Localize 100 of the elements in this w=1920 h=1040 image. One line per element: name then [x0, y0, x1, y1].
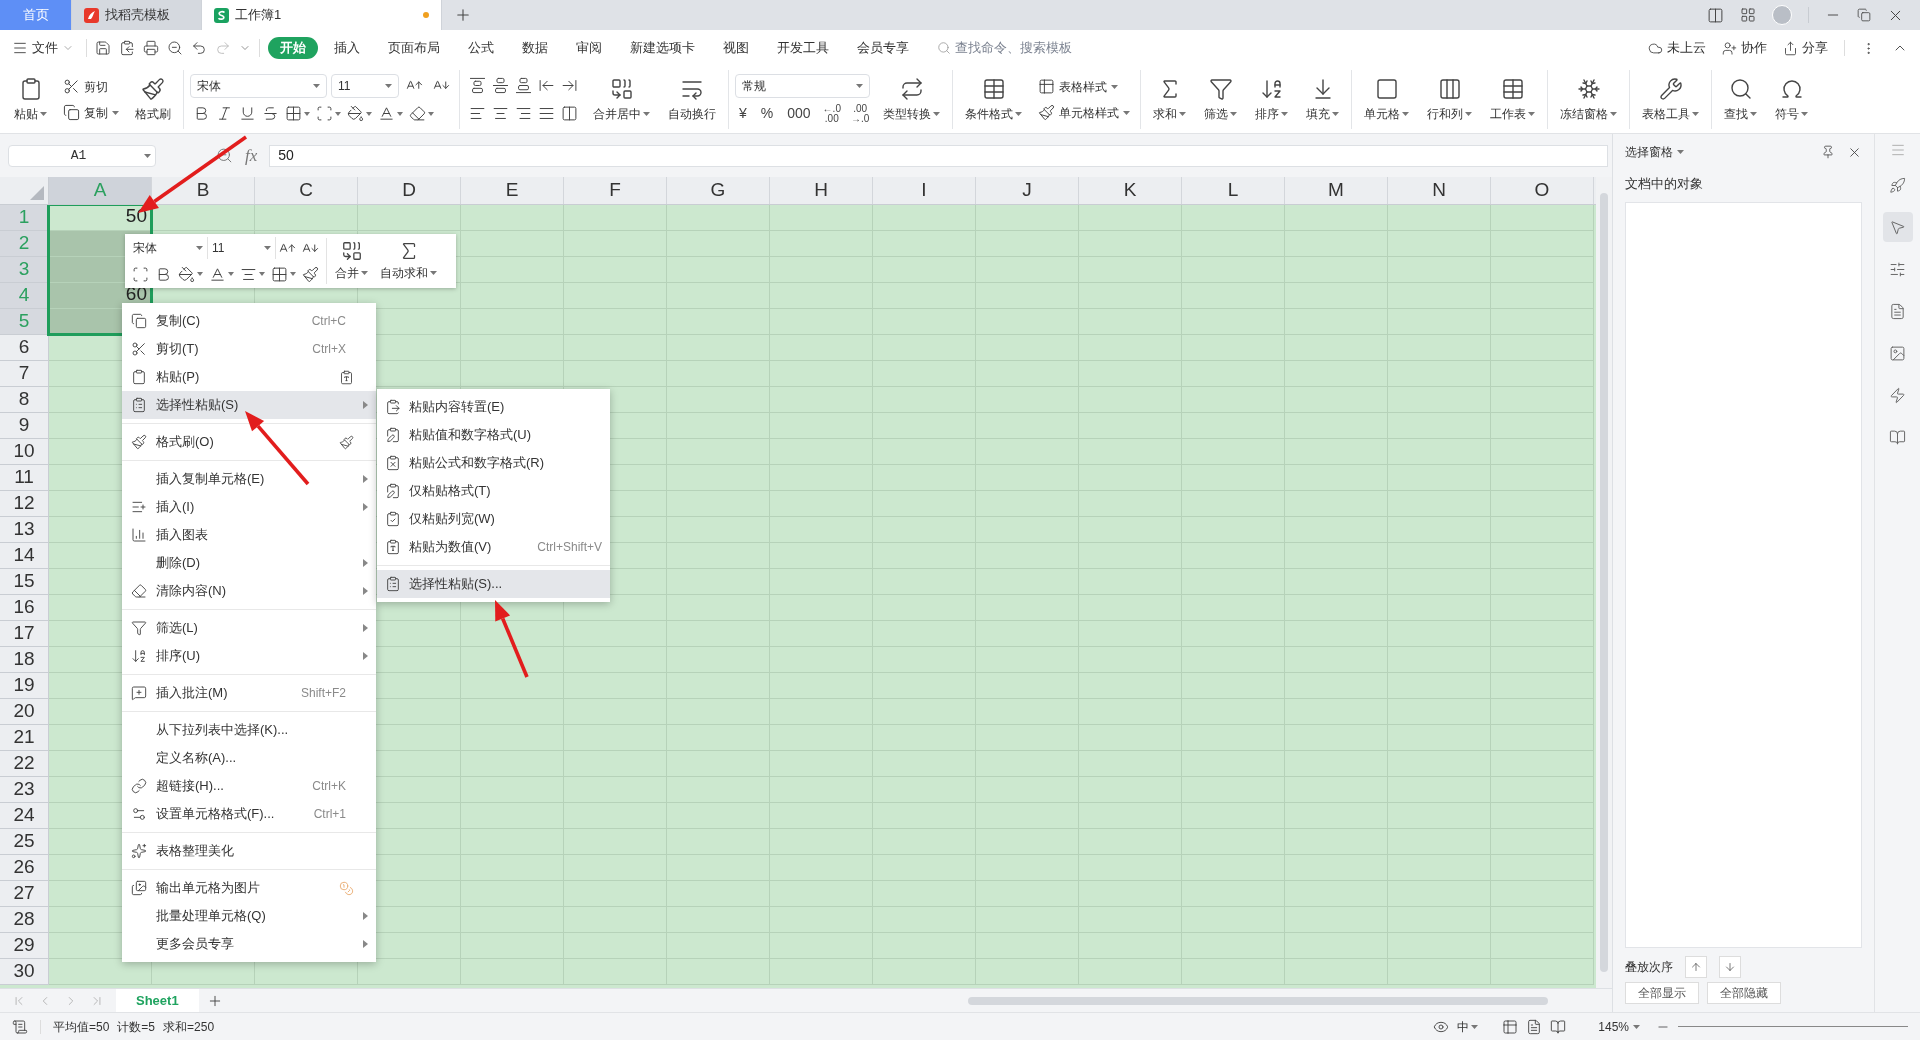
column-header[interactable]: G — [667, 177, 770, 204]
row-header[interactable]: 17 — [0, 621, 49, 647]
pane-button[interactable]: 全部显示 — [1625, 982, 1699, 1004]
row-header[interactable]: 26 — [0, 855, 49, 881]
ribbon-button[interactable]: 求和 — [1147, 69, 1193, 130]
ribbon-button[interactable]: 填充 — [1300, 69, 1346, 130]
column-header[interactable]: M — [1285, 177, 1388, 204]
column-header[interactable]: I — [873, 177, 976, 204]
ribbon-button[interactable]: 表格工具 — [1636, 69, 1706, 130]
ribbon-button[interactable]: 表格样式 — [1034, 73, 1135, 100]
formula-field[interactable]: 50 — [269, 144, 1608, 167]
column-header[interactable]: H — [770, 177, 873, 204]
menu-item[interactable]: 插入(I) — [122, 493, 376, 521]
toolbar-action-button[interactable]: 未上云 — [1648, 38, 1706, 58]
menu-item[interactable]: 复制(C) Ctrl+C — [122, 307, 376, 335]
row-header[interactable]: 30 — [0, 959, 49, 985]
name-box[interactable]: A1 — [8, 144, 156, 167]
menu-item[interactable]: 表格整理美化 — [122, 837, 376, 865]
ribbon-tab[interactable]: 数据 — [510, 37, 560, 59]
column-header[interactable]: F — [564, 177, 667, 204]
menu-item[interactable]: 定义名称(A)... — [122, 744, 376, 772]
row-header[interactable]: 9 — [0, 413, 49, 439]
ribbon-button[interactable]: 行和列 — [1421, 69, 1479, 130]
zoom-dropdown[interactable]: 145% — [1598, 1017, 1640, 1036]
row-header[interactable]: 29 — [0, 933, 49, 959]
font-name-dropdown[interactable]: 宋体 — [190, 73, 327, 98]
ribbon-button[interactable]: 剪切 — [59, 73, 123, 100]
ribbon-tab[interactable]: 新建选项卡 — [618, 37, 707, 59]
row-header[interactable]: 14 — [0, 543, 49, 569]
menu-item[interactable]: 筛选(L) — [122, 614, 376, 642]
ribbon-button[interactable]: 查找 — [1718, 69, 1764, 130]
row-header[interactable]: 7 — [0, 361, 49, 387]
ribbon-tab[interactable]: 插入 — [322, 37, 372, 59]
menu-item[interactable]: 粘贴内容转置(E) — [377, 393, 610, 421]
ribbon-button[interactable]: 格式刷 — [129, 69, 177, 130]
column-header[interactable]: O — [1491, 177, 1594, 204]
row-header[interactable]: 20 — [0, 699, 49, 725]
menu-item[interactable]: 从下拉列表中选择(K)... — [122, 716, 376, 744]
file-menu-button[interactable]: 文件 — [12, 38, 82, 58]
row-header[interactable]: 13 — [0, 517, 49, 543]
ribbon-button[interactable]: 类型转换 — [877, 69, 947, 130]
menu-item[interactable]: 剪切(T) Ctrl+X — [122, 335, 376, 363]
toolbar-action-button[interactable]: 分享 — [1783, 38, 1828, 58]
toolbar-button[interactable]: 合并 — [331, 240, 372, 282]
ribbon-button[interactable]: 筛选 — [1198, 69, 1244, 130]
row-header[interactable]: 18 — [0, 647, 49, 673]
ribbon-button[interactable]: 单元格样式 — [1034, 99, 1135, 126]
menu-item[interactable]: 插入批注(M) Shift+F2 — [122, 679, 376, 707]
menu-item[interactable]: 插入图表 — [122, 521, 376, 549]
column-header[interactable]: C — [255, 177, 358, 204]
column-header[interactable]: E — [461, 177, 564, 204]
menu-item[interactable]: 删除(D) — [122, 549, 376, 577]
row-header[interactable]: 27 — [0, 881, 49, 907]
menu-item[interactable]: 选择性粘贴(S) — [122, 391, 376, 419]
column-header[interactable]: J — [976, 177, 1079, 204]
menu-item[interactable]: 仅粘贴格式(T) — [377, 477, 610, 505]
search-field[interactable]: 查找命令、搜索模板 — [937, 38, 1137, 58]
row-header[interactable]: 10 — [0, 439, 49, 465]
ribbon-tab[interactable]: 公式 — [456, 37, 506, 59]
menu-item[interactable]: 选择性粘贴(S)... — [377, 570, 610, 598]
ribbon-button[interactable]: 粘贴 — [8, 69, 53, 130]
menu-item[interactable]: 输出单元格为图片 — [122, 874, 376, 902]
ribbon-tab[interactable]: 开发工具 — [765, 37, 841, 59]
row-header[interactable]: 11 — [0, 465, 49, 491]
number-format-button[interactable]: ¥ — [735, 101, 751, 126]
ribbon-button[interactable]: 自动换行 — [662, 69, 722, 130]
ribbon-tab[interactable]: 视图 — [711, 37, 761, 59]
toolbar-button[interactable]: 自动求和 — [376, 240, 441, 282]
ribbon-tab[interactable]: 会员专享 — [845, 37, 921, 59]
font-size-dropdown[interactable]: 11 — [208, 237, 276, 259]
ribbon-button[interactable]: 排序 — [1249, 69, 1295, 130]
font-name-dropdown[interactable]: 宋体 — [129, 237, 208, 259]
input-mode-label[interactable]: 中 — [1457, 1017, 1479, 1036]
menu-item[interactable]: 排序(U) — [122, 642, 376, 670]
ribbon-button[interactable]: 条件格式 — [959, 69, 1029, 130]
pane-button[interactable]: 全部隐藏 — [1707, 982, 1781, 1004]
toolbar-action-button[interactable]: 协作 — [1722, 38, 1767, 58]
ribbon-tab[interactable]: 页面布局 — [376, 37, 452, 59]
number-format-button[interactable]: % — [756, 101, 778, 126]
menu-item[interactable]: 清除内容(N) — [122, 577, 376, 605]
decimal-button[interactable]: .00 →.0 — [848, 103, 872, 124]
ribbon-button[interactable]: 工作表 — [1484, 69, 1542, 130]
column-header[interactable]: D — [358, 177, 461, 204]
row-header[interactable]: 8 — [0, 387, 49, 413]
menu-item[interactable]: 超链接(H)... Ctrl+K — [122, 772, 376, 800]
ribbon-button[interactable]: 冻结窗格 — [1554, 69, 1624, 130]
document-tab[interactable]: 找稻壳模板 — [72, 0, 202, 30]
ribbon-button[interactable]: 合并居中 — [587, 69, 656, 130]
row-header[interactable]: 24 — [0, 803, 49, 829]
menu-item[interactable]: 批量处理单元格(Q) — [122, 902, 376, 930]
row-header[interactable]: 23 — [0, 777, 49, 803]
row-header[interactable]: 19 — [0, 673, 49, 699]
document-tab[interactable]: 工作簿1 — [202, 0, 442, 30]
column-header[interactable]: L — [1182, 177, 1285, 204]
menu-item[interactable]: 粘贴(P) — [122, 363, 376, 391]
font-size-dropdown[interactable]: 11 — [331, 73, 399, 98]
menu-item[interactable]: 粘贴公式和数字格式(R) — [377, 449, 610, 477]
ribbon-button[interactable]: 符号 — [1769, 69, 1815, 130]
column-header[interactable]: N — [1388, 177, 1491, 204]
row-header[interactable]: 6 — [0, 335, 49, 361]
